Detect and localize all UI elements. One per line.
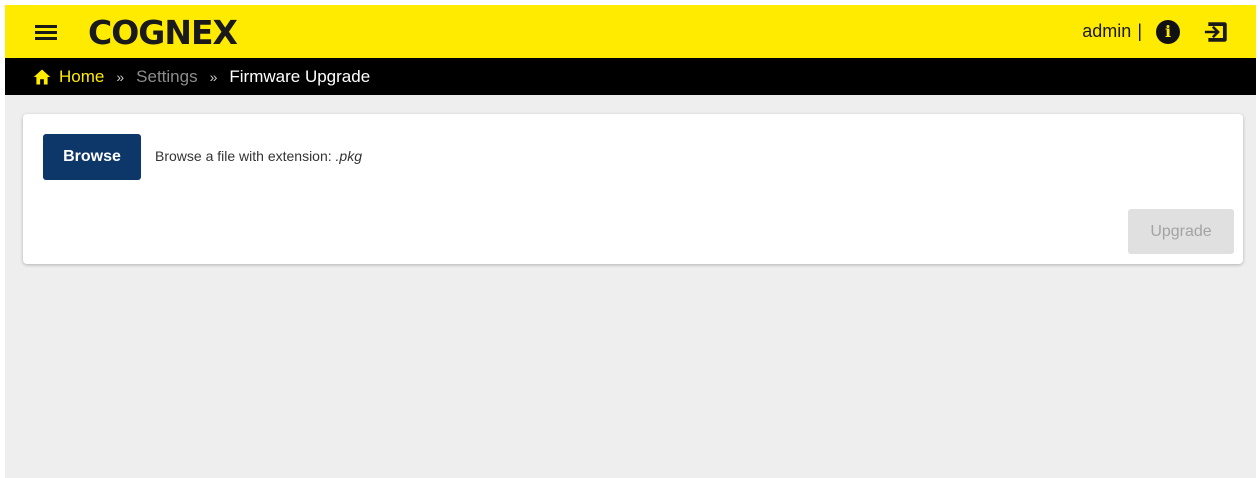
firmware-upgrade-card: Browse Browse a file with extension: .pk… <box>23 114 1243 264</box>
logo-text: COGNEX <box>88 14 238 50</box>
home-icon[interactable] <box>33 68 51 86</box>
breadcrumb-separator: » <box>116 68 125 85</box>
breadcrumb-settings-link[interactable]: Settings <box>136 67 197 87</box>
app-frame: COGNEX admin | i Home » Settings » Firmw… <box>5 5 1256 478</box>
breadcrumb: Home » Settings » Firmware Upgrade <box>5 58 1256 95</box>
browse-hint-extension: .pkg <box>335 148 362 164</box>
breadcrumb-separator: » <box>209 68 218 85</box>
logout-icon[interactable] <box>1204 19 1230 45</box>
user-separator: | <box>1137 21 1142 41</box>
breadcrumb-current-page: Firmware Upgrade <box>229 66 371 86</box>
user-area: admin | i <box>1082 5 1256 58</box>
upgrade-button[interactable]: Upgrade <box>1128 209 1234 254</box>
cognex-logo: COGNEX <box>88 14 239 50</box>
info-icon[interactable]: i <box>1156 19 1180 44</box>
browse-button[interactable]: Browse <box>43 134 141 180</box>
browse-hint-text: Browse a file with extension: <box>155 148 336 164</box>
browse-hint: Browse a file with extension: .pkg <box>155 148 362 164</box>
hamburger-menu-icon[interactable] <box>35 25 57 41</box>
top-bar: COGNEX admin | i <box>5 5 1256 58</box>
username-label: admin <box>1082 21 1132 41</box>
breadcrumb-home-link[interactable]: Home <box>59 67 104 87</box>
